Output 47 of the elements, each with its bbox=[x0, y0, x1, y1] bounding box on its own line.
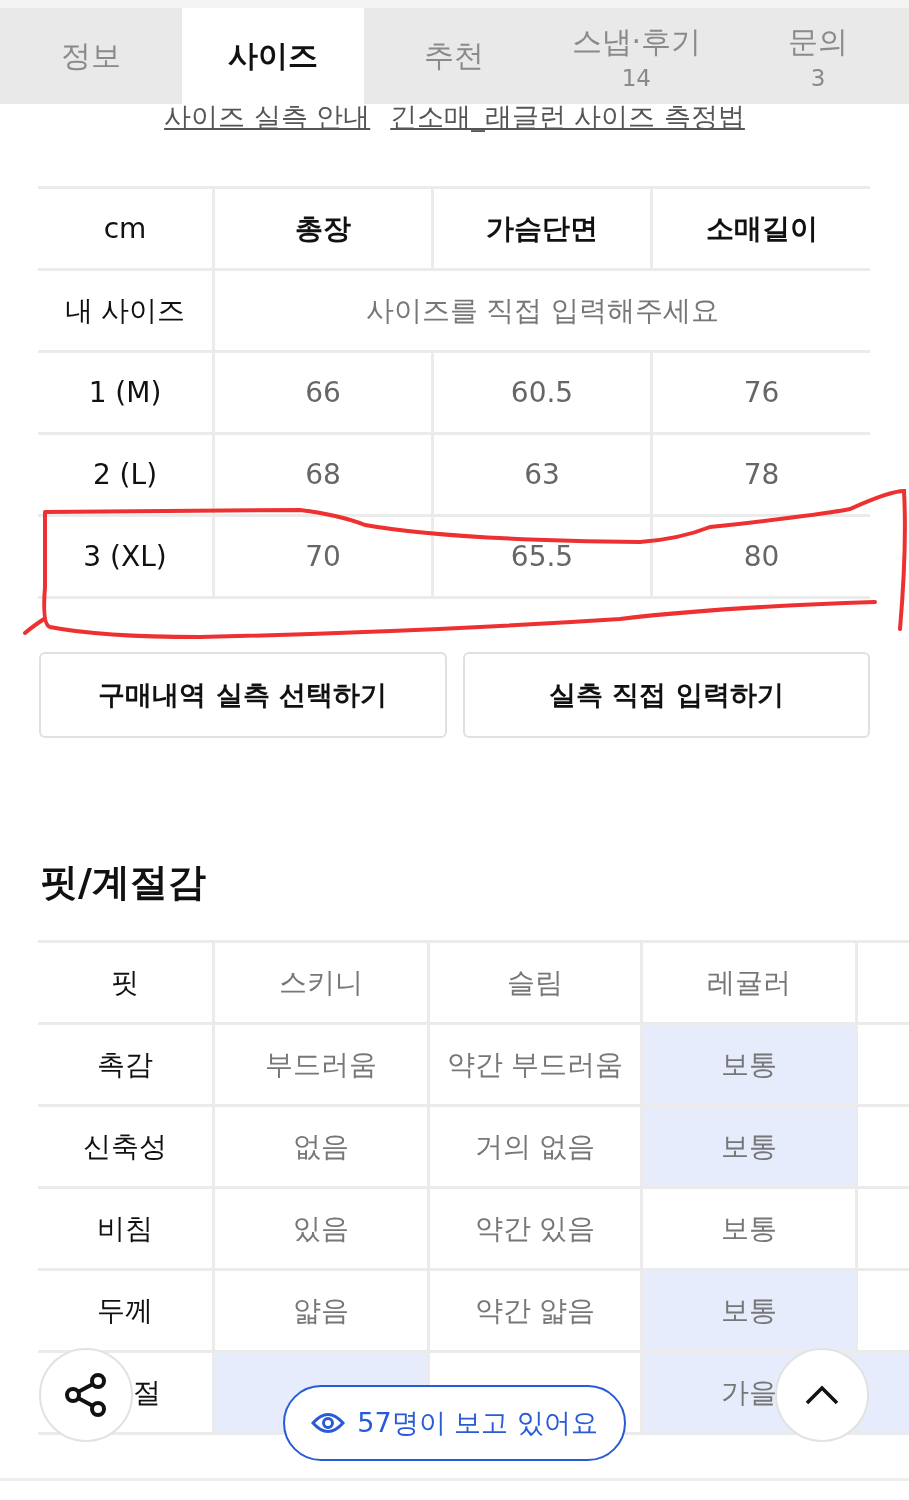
column-header: cm bbox=[38, 189, 212, 268]
table-cell: 보통 bbox=[643, 1189, 855, 1268]
row-label: 촉감 bbox=[97, 1046, 153, 1083]
row-label: 신축성 bbox=[83, 1128, 167, 1165]
table-cell: 없음 bbox=[215, 1107, 427, 1186]
table-cell: 70 bbox=[215, 517, 431, 596]
table-cell: 보통 bbox=[643, 1271, 855, 1350]
table-cell: 레귤러 bbox=[643, 943, 855, 1022]
table-cell: 부드러움 bbox=[215, 1025, 427, 1104]
caret-up-icon bbox=[805, 1385, 839, 1405]
action-button[interactable]: 실측 직접 입력하기 bbox=[462, 652, 870, 738]
table-cell: 슬림 bbox=[430, 943, 640, 1022]
size-label: 3 (XL) bbox=[38, 517, 212, 596]
table-cell: 거의 없음 bbox=[430, 1107, 640, 1186]
table-cell: 보통 bbox=[643, 1025, 855, 1104]
table-cell: 있음 bbox=[215, 1189, 427, 1268]
tab[interactable]: 사이즈 bbox=[181, 8, 364, 104]
table-cell: 보통 bbox=[643, 1107, 855, 1186]
viewer-count: 57명이 보고 있어요 bbox=[357, 1406, 598, 1440]
size-label: 2 (L) bbox=[38, 435, 212, 514]
action-button[interactable]: 구매내역 실측 선택하기 bbox=[39, 652, 447, 738]
table-cell: 68 bbox=[215, 435, 431, 514]
column-header: 총장 bbox=[215, 189, 431, 268]
table-cell: 66 bbox=[215, 353, 431, 432]
row-label: 내 사이즈 bbox=[38, 271, 212, 350]
eye-icon bbox=[311, 1412, 346, 1434]
section-title: 핏/계절감 bbox=[40, 859, 206, 906]
column-header: 가슴단면 bbox=[434, 189, 650, 268]
table-cell: 76 bbox=[653, 353, 870, 432]
table-cell: 스키니 bbox=[215, 943, 427, 1022]
table-cell: 65.5 bbox=[434, 517, 650, 596]
size-input-field[interactable]: 사이즈를 직접 입력해주세요 bbox=[215, 271, 870, 350]
table-cell: 60.5 bbox=[434, 353, 650, 432]
table-cell: 78 bbox=[653, 435, 870, 514]
row-label: 두께 bbox=[97, 1292, 153, 1329]
table-cell: 약간 부드러움 bbox=[430, 1025, 640, 1104]
table-cell: 80 bbox=[653, 517, 870, 596]
table-cell: 약간 있음 bbox=[430, 1189, 640, 1268]
row-label: 절 bbox=[133, 1374, 161, 1411]
row-label: 핏 bbox=[111, 964, 139, 1001]
table-cell: 63 bbox=[434, 435, 650, 514]
column-header: 소매길이 bbox=[653, 189, 870, 268]
row-label: 비침 bbox=[97, 1210, 153, 1247]
size-label: 1 (M) bbox=[38, 353, 212, 432]
table-cell: 얇음 bbox=[215, 1271, 427, 1350]
table-cell: 약간 얇음 bbox=[430, 1271, 640, 1350]
share-icon bbox=[63, 1372, 109, 1418]
